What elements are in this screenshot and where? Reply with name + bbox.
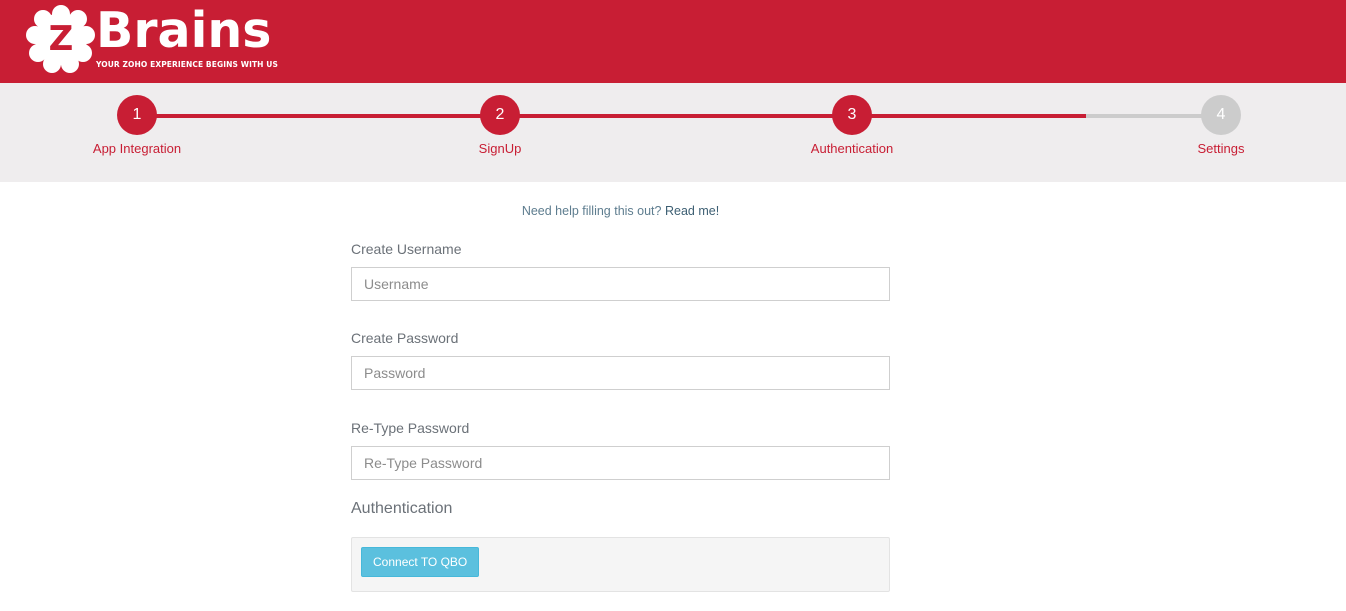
progress-track-completed	[137, 114, 1086, 118]
brand-tagline: YOUR ZOHO EXPERIENCE BEGINS WITH US	[96, 60, 278, 69]
password-input[interactable]	[351, 356, 890, 390]
authentication-panel: Connect TO QBO	[351, 537, 890, 592]
step-label: SignUp	[478, 141, 522, 156]
header-bar: Z Brains YOUR ZOHO EXPERIENCE BEGINS WIT…	[0, 0, 1346, 83]
step-label: Settings	[1197, 141, 1245, 156]
logo-badge-icon: Z	[26, 5, 95, 73]
step-signup[interactable]: 2 SignUp	[420, 83, 580, 182]
retype-password-label: Re-Type Password	[351, 420, 470, 436]
username-input[interactable]	[351, 267, 890, 301]
step-number: 2	[480, 95, 520, 135]
help-question: Need help filling this out?	[521, 204, 662, 218]
step-settings[interactable]: 4 Settings	[1141, 83, 1301, 182]
authentication-heading: Authentication	[351, 500, 453, 517]
logo-letter: Z	[49, 19, 74, 59]
zbrains-logo[interactable]: Z Brains YOUR ZOHO EXPERIENCE BEGINS WIT…	[26, 2, 278, 76]
help-text: Need help filling this out? Read me!	[351, 204, 890, 218]
progress-stepper: 1 App Integration 2 SignUp 3 Authenticat…	[0, 83, 1346, 182]
read-me-link[interactable]: Read me!	[665, 204, 719, 218]
brand-name: Brains	[96, 2, 272, 59]
retype-password-input[interactable]	[351, 446, 890, 480]
password-label: Create Password	[351, 330, 459, 346]
step-authentication[interactable]: 3 Authentication	[772, 83, 932, 182]
step-app-integration[interactable]: 1 App Integration	[57, 83, 217, 182]
connect-qbo-button[interactable]: Connect TO QBO	[361, 547, 480, 577]
step-number: 4	[1201, 95, 1241, 135]
username-label: Create Username	[351, 241, 462, 257]
step-number: 1	[117, 95, 157, 135]
step-label: App Integration	[92, 141, 182, 156]
step-label: Authentication	[810, 141, 894, 156]
step-number: 3	[832, 95, 872, 135]
